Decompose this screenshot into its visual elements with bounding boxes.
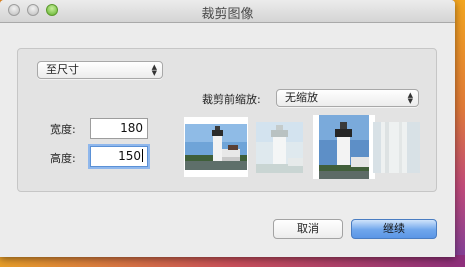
height-label: 高度:: [50, 152, 76, 165]
popup-arrows-icon: ▲ ▼: [151, 63, 157, 77]
crop-preview-thumb-scaled: [184, 117, 248, 177]
width-value: 180: [120, 121, 143, 135]
crop-preview-thumb-zoomed: [373, 122, 420, 173]
width-field[interactable]: 180: [90, 118, 148, 139]
crop-preview-thumb-cropped: [313, 115, 375, 179]
height-value: 150: [118, 149, 141, 163]
crop-mode-popup-value: 至尺寸: [46, 63, 79, 76]
crop-mode-popup[interactable]: 至尺寸 ▲ ▼: [37, 61, 163, 79]
popup-arrows-icon: ▲ ▼: [407, 91, 413, 105]
scale-before-crop-value: 无缩放: [285, 91, 318, 104]
window-title: 裁剪图像: [201, 7, 254, 22]
height-field[interactable]: 150: [90, 146, 148, 167]
scale-before-crop-label: 裁剪前缩放:: [202, 93, 261, 106]
lighthouse-landscape-image: [185, 124, 247, 170]
scale-before-crop-popup[interactable]: 无缩放 ▲ ▼: [276, 89, 419, 107]
width-label: 宽度:: [50, 123, 76, 136]
cancel-button[interactable]: 取消: [273, 219, 343, 239]
crop-preview-thumb-faded: [256, 122, 303, 173]
text-caret: [142, 149, 143, 162]
lighthouse-cropped-image: [319, 115, 369, 179]
crop-image-dialog: 裁剪图像 至尺寸 ▲ ▼ 裁剪前缩放: 无缩放 ▲ ▼ 宽度: 180 高度: 15…: [0, 0, 455, 257]
lighthouse-faded-image: [256, 122, 303, 173]
lighthouse-zoomed-image: [373, 122, 420, 173]
continue-button[interactable]: 继续: [351, 219, 437, 239]
title-bar: 裁剪图像: [0, 0, 455, 23]
